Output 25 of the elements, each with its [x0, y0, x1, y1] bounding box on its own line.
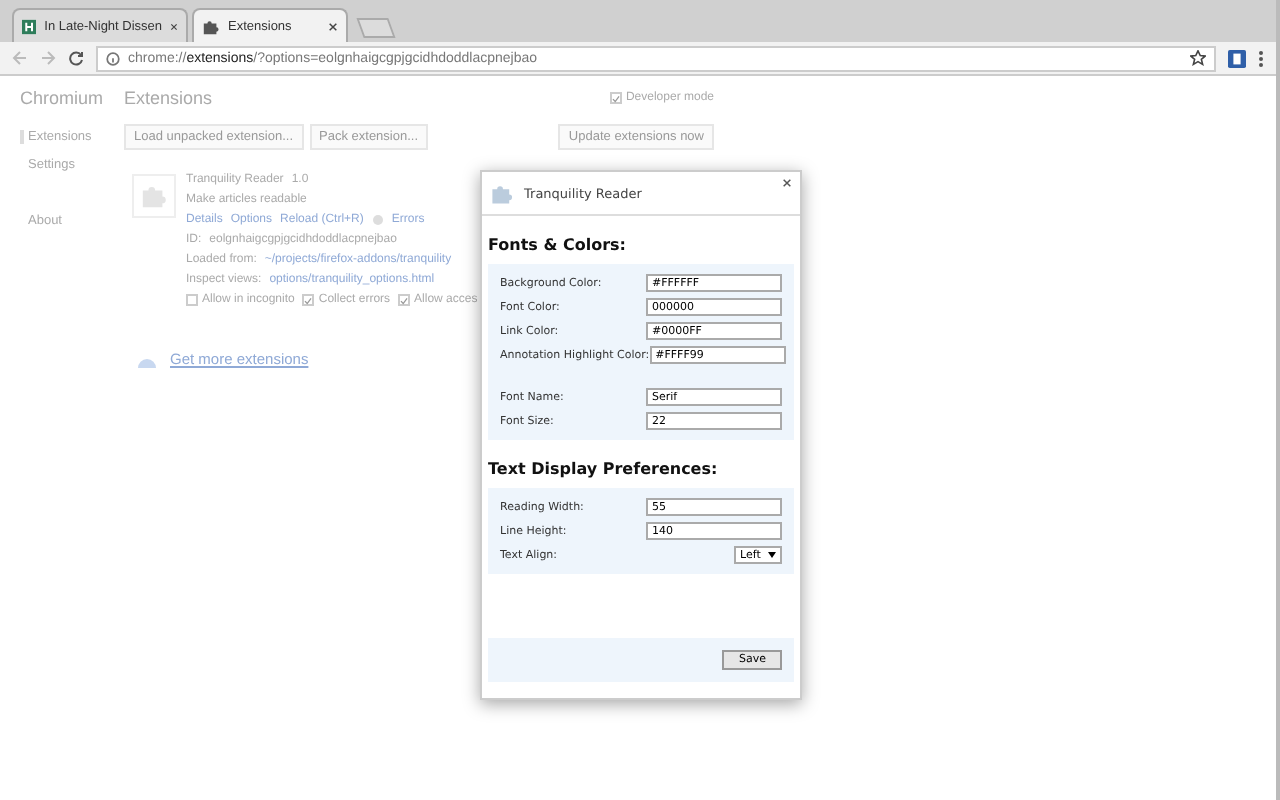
puzzle-icon — [140, 182, 168, 210]
close-icon[interactable] — [328, 21, 338, 31]
checkbox[interactable] — [398, 294, 411, 306]
checkbox[interactable] — [186, 294, 198, 306]
error-icon — [371, 214, 384, 226]
extension-icon[interactable] — [1228, 49, 1246, 67]
caret-icon — [768, 552, 776, 558]
reload-icon[interactable] — [68, 50, 84, 66]
menu-icon[interactable] — [1258, 49, 1264, 67]
site-icon — [22, 17, 37, 35]
star-icon[interactable] — [1190, 50, 1206, 66]
info-icon — [106, 51, 120, 65]
sidebar-title: Chromium — [20, 88, 106, 108]
check-icon — [400, 295, 409, 305]
close-icon[interactable] — [170, 21, 178, 31]
close-icon[interactable] — [782, 178, 792, 188]
page-title: Extensions — [124, 88, 213, 108]
checkbox[interactable] — [609, 92, 622, 104]
checkbox[interactable] — [302, 294, 315, 306]
check-icon — [304, 295, 313, 305]
check-icon — [611, 93, 620, 103]
section-heading: Fonts & Colors: — [486, 234, 628, 258]
puzzle-icon — [490, 181, 514, 205]
section-heading: Text Display Preferences: — [486, 458, 720, 482]
puzzle-icon — [202, 17, 220, 35]
